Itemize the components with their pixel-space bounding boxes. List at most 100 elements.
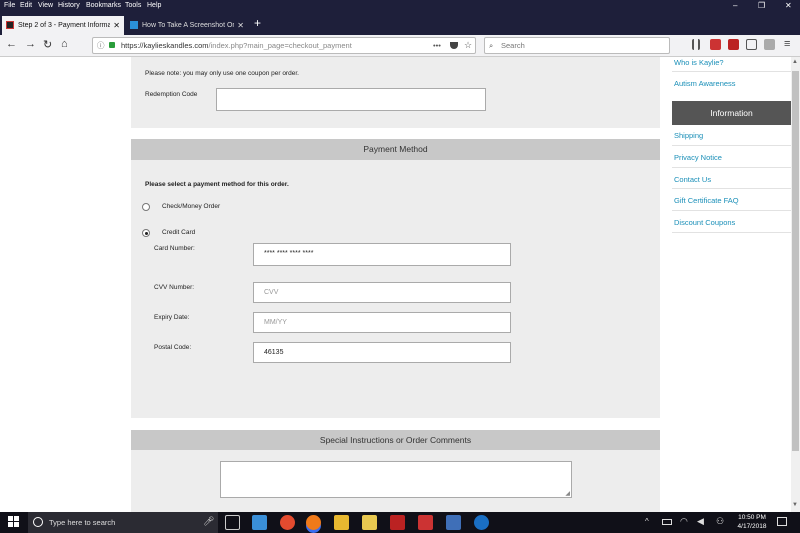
page-scrollbar[interactable]: ▲ ▼	[791, 57, 800, 512]
tab-title: Step 2 of 3 - Payment Informati	[18, 22, 115, 29]
hp-icon[interactable]	[474, 515, 489, 530]
search-bar[interactable]: ⌕ Search	[484, 37, 670, 54]
postal-code-input[interactable]: 46135	[253, 342, 511, 363]
sidebar-link-discount-coupons[interactable]: Discount Coupons	[674, 218, 735, 227]
expiry-date-input[interactable]: MM/YY	[253, 312, 511, 333]
minimize-button[interactable]: –	[733, 1, 737, 10]
restore-button[interactable]: ❐	[758, 1, 765, 10]
resize-handle-icon[interactable]: ◢	[565, 490, 570, 497]
pocket-icon[interactable]	[450, 42, 458, 49]
check-money-order-label[interactable]: Check/Money Order	[162, 203, 220, 210]
tab-title: How To Take A Screenshot On	[142, 22, 237, 29]
menu-file[interactable]: File	[4, 2, 15, 9]
tab-screenshot-article[interactable]: How To Take A Screenshot On ✕	[126, 16, 248, 35]
task-view-icon[interactable]	[225, 515, 240, 530]
search-icon: ⌕	[489, 41, 494, 50]
sidebar-link-who-is-kaylie[interactable]: Who is Kaylie?	[674, 58, 724, 67]
sidebar-link-contact-us[interactable]: Contact Us	[674, 175, 711, 184]
library-icon[interactable]	[692, 39, 700, 50]
close-tab-icon[interactable]: ✕	[234, 16, 244, 35]
mail-app-icon[interactable]	[252, 515, 267, 530]
sidebar-divider	[672, 71, 791, 72]
redemption-label: Redemption Code	[145, 91, 198, 98]
back-icon[interactable]: ←	[6, 38, 17, 50]
flash-extension-icon[interactable]	[728, 39, 739, 50]
chrome-icon[interactable]	[280, 515, 295, 530]
sidebar-divider	[672, 188, 791, 189]
navigation-bar: ← → ↻ ⌂ ⓘ https://kaylieskandles.com/ind…	[0, 35, 800, 57]
sidebar-link-gift-certificate-faq[interactable]: Gift Certificate FAQ	[674, 196, 739, 205]
sidebar-link-autism-awareness[interactable]: Autism Awareness	[674, 79, 736, 88]
sidebar-link-shipping[interactable]: Shipping	[674, 131, 703, 140]
red-app-icon[interactable]	[418, 515, 433, 530]
redemption-code-input[interactable]	[216, 88, 486, 111]
windows-start-icon[interactable]	[8, 516, 20, 528]
kaylieskandles-favicon-icon	[6, 21, 14, 29]
bookmark-star-icon[interactable]: ☆	[464, 38, 472, 53]
reader-view-icon[interactable]	[746, 39, 757, 50]
menu-tools[interactable]: Tools	[125, 2, 141, 9]
credit-card-radio[interactable]	[142, 229, 150, 237]
sidebar-divider	[672, 232, 791, 233]
menu-hamburger-icon[interactable]: ≡	[784, 38, 790, 50]
forward-icon[interactable]: →	[25, 38, 36, 50]
windows-taskbar: Type here to search 🎤︎ ^ ◠ ◀ ⚇ 10:50 PM …	[0, 512, 800, 533]
expiry-date-label: Expiry Date:	[154, 314, 190, 321]
comments-textarea[interactable]: ◢	[220, 461, 572, 498]
screenshot-extension-icon[interactable]	[764, 39, 775, 50]
taskbar-search-box[interactable]: Type here to search 🎤︎	[28, 512, 218, 533]
sidebar-divider	[672, 145, 791, 146]
extension-icon[interactable]	[710, 39, 721, 50]
lock-icon	[109, 42, 115, 48]
cvv-label: CVV Number:	[154, 284, 195, 291]
cvv-input[interactable]: CVV	[253, 282, 511, 303]
cortana-icon	[33, 517, 43, 527]
action-center-icon[interactable]	[777, 517, 787, 526]
clock-date[interactable]: 4/17/2018	[732, 523, 772, 530]
credit-card-label[interactable]: Credit Card	[162, 229, 195, 236]
taskbar-search-placeholder: Type here to search	[49, 518, 116, 527]
volume-icon[interactable]: ◀	[697, 516, 704, 527]
network-icon[interactable]: ⚇	[716, 516, 724, 527]
menu-bookmarks[interactable]: Bookmarks	[86, 2, 121, 9]
tab-bar: Step 2 of 3 - Payment Informati ✕ How To…	[0, 13, 800, 35]
menu-help[interactable]: Help	[147, 2, 161, 9]
close-tab-icon[interactable]: ✕	[110, 16, 120, 35]
home-icon[interactable]: ⌂	[61, 38, 68, 50]
battery-icon[interactable]	[662, 519, 672, 525]
page-content: Please note: you may only use one coupon…	[0, 57, 791, 512]
comments-header: Special Instructions or Order Comments	[131, 430, 660, 450]
blue-app-icon[interactable]	[446, 515, 461, 530]
card-number-input[interactable]: **** **** **** ****	[253, 243, 511, 266]
menu-history[interactable]: History	[58, 2, 80, 9]
scroll-up-icon[interactable]: ▲	[792, 59, 798, 65]
scroll-down-icon[interactable]: ▼	[792, 502, 798, 508]
filezilla-icon[interactable]	[390, 515, 405, 530]
url-bar[interactable]: ⓘ https://kaylieskandles.com/index.php?m…	[92, 37, 476, 54]
info-icon[interactable]: ⓘ	[97, 38, 105, 53]
url-domain: https://kaylieskandles.com	[121, 41, 209, 50]
new-tab-button[interactable]: +	[254, 16, 261, 30]
url-path: /index.php?main_page=checkout_payment	[208, 41, 352, 50]
wifi-icon[interactable]: ◠	[680, 516, 688, 527]
search-placeholder: Search	[501, 41, 525, 50]
clock-time[interactable]: 10:50 PM	[732, 514, 772, 521]
sidebar-link-privacy-notice[interactable]: Privacy Notice	[674, 153, 722, 162]
card-number-label: Card Number:	[154, 245, 195, 252]
close-window-button[interactable]: ✕	[785, 1, 792, 10]
page-actions-icon[interactable]: •••	[433, 38, 441, 53]
tab-payment[interactable]: Step 2 of 3 - Payment Informati ✕	[2, 16, 124, 35]
menu-edit[interactable]: Edit	[20, 2, 32, 9]
folder-app-icon[interactable]	[362, 515, 377, 530]
sidebar-divider	[672, 167, 791, 168]
firefox-icon[interactable]	[306, 515, 321, 530]
menu-view[interactable]: View	[38, 2, 53, 9]
scroll-thumb[interactable]	[792, 71, 799, 451]
microphone-icon[interactable]: 🎤︎	[203, 516, 214, 527]
check-money-order-radio[interactable]	[142, 203, 150, 211]
sidebar-divider	[672, 210, 791, 211]
reload-icon[interactable]: ↻	[43, 38, 52, 51]
file-explorer-icon[interactable]	[334, 515, 349, 530]
show-hidden-icons-icon[interactable]: ^	[645, 517, 649, 526]
coupon-note: Please note: you may only use one coupon…	[145, 70, 299, 77]
